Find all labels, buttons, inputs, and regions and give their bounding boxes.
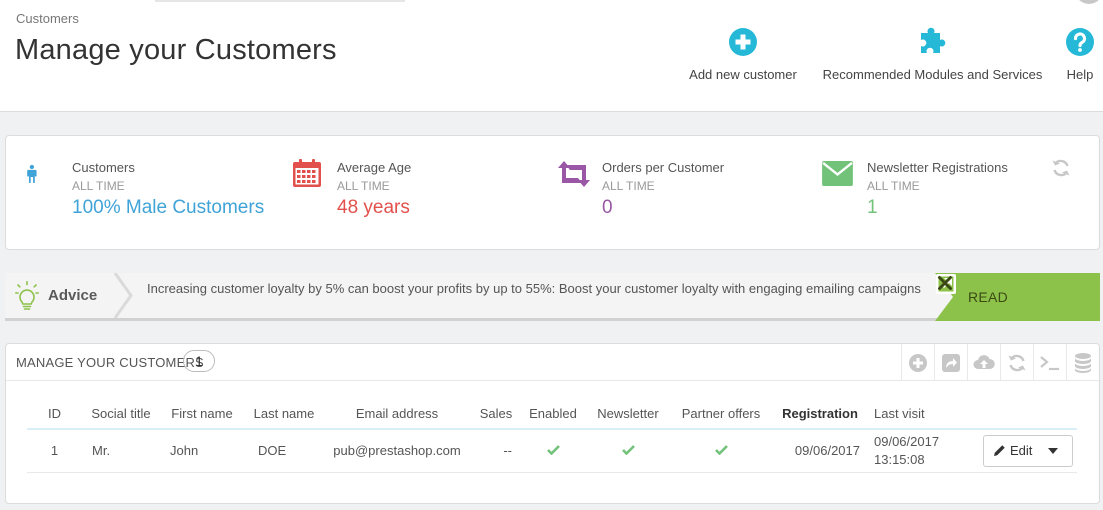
column-header-first-name[interactable]: First name	[160, 399, 244, 430]
envelope-icon	[822, 161, 853, 186]
check-icon	[714, 445, 728, 456]
import-tool[interactable]	[967, 344, 1000, 381]
close-advice-icon[interactable]	[935, 273, 955, 293]
page-header: Customers Manage your Customers Add new …	[0, 0, 1103, 112]
list-title: Manage your Customers	[16, 355, 204, 370]
read-advice-button[interactable]: READ	[935, 273, 1100, 321]
cell-social-title: Mr.	[82, 429, 160, 473]
puzzle-icon	[920, 27, 945, 53]
recommended-modules-label: Recommended Modules and Services	[822, 67, 1043, 82]
table-header-row: ID Social title First name Last name Ema…	[27, 399, 1077, 430]
column-header-newsletter[interactable]: Newsletter	[584, 399, 672, 430]
cell-newsletter[interactable]	[584, 429, 672, 473]
page-title: Manage your Customers	[15, 34, 337, 66]
kpi-period: ALL TIME	[602, 179, 655, 193]
sql-query-tool[interactable]	[1033, 344, 1066, 381]
kpi-period: ALL TIME	[337, 179, 390, 193]
cell-partner-offers[interactable]	[672, 429, 770, 473]
result-count-badge: 1	[183, 350, 215, 372]
cell-actions: Edit	[964, 429, 1077, 473]
kpi-title: Newsletter Registrations	[867, 160, 1008, 175]
sql-manager-tool[interactable]	[1066, 344, 1099, 381]
check-icon	[621, 445, 635, 456]
advice-label-area: Advice	[5, 273, 130, 318]
column-header-last-visit[interactable]: Last visit	[870, 399, 964, 430]
cloud-upload-icon	[973, 354, 995, 369]
kpi-value[interactable]: 48 years	[337, 197, 410, 219]
kpi-panel: Customers ALL TIME 100% Male Customers A…	[5, 135, 1100, 250]
column-header-enabled[interactable]: Enabled	[522, 399, 584, 430]
edit-button[interactable]: Edit	[983, 434, 1073, 467]
advice-text: Increasing customer loyalty by 5% can bo…	[147, 281, 921, 296]
help-circle-icon	[1066, 28, 1094, 56]
column-header-id[interactable]: ID	[27, 399, 82, 430]
breadcrumb[interactable]: Customers	[16, 11, 79, 26]
help-label: Help	[1066, 67, 1094, 82]
customers-table: ID Social title First name Last name Ema…	[27, 399, 1077, 473]
column-header-actions	[964, 399, 1077, 430]
kpi-title: Customers	[72, 160, 135, 175]
retweet-icon	[558, 161, 590, 187]
kpi-period: ALL TIME	[72, 179, 125, 193]
column-header-email[interactable]: Email address	[324, 399, 470, 430]
cell-first-name: John	[160, 429, 244, 473]
read-button-background	[935, 273, 1100, 321]
column-header-partner-offers[interactable]: Partner offers	[672, 399, 770, 430]
last-visit-date: 09/06/2017	[874, 433, 940, 449]
cell-last-name: DOE	[244, 429, 324, 473]
advice-bar: Advice Increasing customer loyalty by 5%…	[5, 273, 1100, 321]
database-icon	[1075, 352, 1091, 373]
plus-circle-icon	[909, 353, 927, 372]
refresh-icon	[1008, 354, 1026, 371]
list-header: Manage your Customers 1	[6, 344, 1099, 381]
edit-label: Edit	[1010, 443, 1033, 459]
top-bar-strip	[155, 0, 405, 2]
customers-list-panel: Manage your Customers 1	[5, 343, 1100, 504]
cell-id: 1	[27, 429, 82, 473]
calendar-icon	[293, 159, 321, 187]
refresh-list-tool[interactable]	[1000, 344, 1033, 381]
kpi-value[interactable]: 100% Male Customers	[72, 197, 264, 219]
cell-sales: --	[470, 429, 522, 473]
column-header-registration[interactable]: Registration	[770, 399, 870, 430]
corner-avatar-fragment[interactable]	[1075, 0, 1103, 4]
kpi-title: Orders per Customer	[602, 160, 725, 175]
advice-chevron-separator	[113, 273, 133, 318]
pencil-icon	[994, 445, 1005, 457]
cell-registration: 09/06/2017	[770, 429, 870, 473]
help-button[interactable]: Help	[1060, 27, 1100, 87]
column-header-last-name[interactable]: Last name	[244, 399, 324, 430]
export-tool[interactable]	[934, 344, 967, 381]
share-icon	[942, 353, 960, 372]
kpi-value[interactable]: 0	[602, 197, 613, 219]
kpi-value[interactable]: 1	[867, 197, 878, 219]
table-row[interactable]: 1 Mr. John DOE pub@prestashop.com -- 09/…	[27, 429, 1077, 473]
cell-enabled[interactable]	[522, 429, 584, 473]
kpi-title: Average Age	[337, 160, 412, 175]
add-new-customer-button[interactable]: Add new customer	[683, 27, 803, 87]
last-visit-time: 13:15:08	[874, 451, 925, 467]
list-toolbar	[901, 344, 1099, 381]
column-header-social-title[interactable]: Social title	[82, 399, 160, 430]
terminal-icon	[1040, 355, 1059, 370]
check-icon	[546, 445, 560, 456]
recommended-modules-button[interactable]: Recommended Modules and Services	[815, 27, 1050, 87]
refresh-icon[interactable]	[1051, 158, 1071, 178]
read-label: READ	[968, 289, 1009, 305]
lightbulb-icon	[15, 281, 39, 310]
plus-circle-icon	[729, 28, 757, 56]
chevron-down-icon[interactable]	[1048, 447, 1059, 454]
kpi-period: ALL TIME	[867, 179, 920, 193]
male-user-icon	[27, 164, 37, 183]
add-record-tool[interactable]	[901, 344, 934, 381]
add-new-customer-label: Add new customer	[689, 67, 797, 82]
cell-last-visit: 09/06/2017 13:15:08	[870, 429, 964, 473]
advice-title: Advice	[48, 287, 98, 304]
cell-email: pub@prestashop.com	[324, 429, 470, 473]
column-header-sales[interactable]: Sales	[470, 399, 522, 430]
